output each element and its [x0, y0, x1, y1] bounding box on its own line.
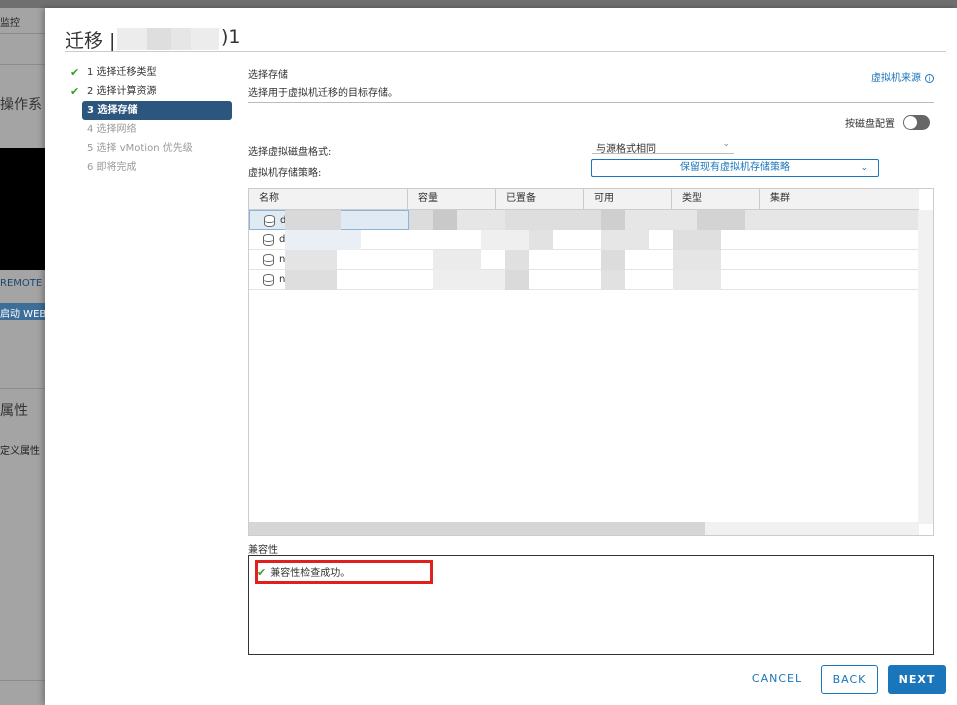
redacted-vm-name [117, 28, 219, 50]
background-os-label: 操作系 [0, 97, 42, 113]
disk-format-label: 选择虚拟磁盘格式: [248, 147, 332, 158]
wizard-steps: ✔ 1 选择迁移类型 ✔ 2 选择计算资源 3 选择存储 4 选择网络 5 选择… [67, 63, 235, 177]
redacted-cell [505, 250, 529, 270]
background-console-preview [0, 148, 45, 270]
redacted-cell [601, 270, 625, 290]
column-header-type[interactable]: 类型 [672, 189, 760, 210]
step-label: 2 选择计算资源 [87, 86, 157, 97]
datastore-icon [264, 215, 275, 227]
redacted-cell [529, 230, 553, 250]
background-divider [0, 64, 45, 65]
redacted-cell [673, 250, 721, 270]
background-divider [0, 33, 45, 34]
column-header-provisioned[interactable]: 已置备 [496, 189, 584, 210]
chevron-down-icon: ⌄ [860, 163, 868, 173]
compatibility-title: 兼容性 [248, 545, 278, 556]
toggle-knob [904, 116, 917, 129]
section-description: 选择用于虚拟机迁移的目标存储。 [248, 88, 398, 99]
redacted-cell [505, 270, 529, 290]
column-header-name[interactable]: 名称 [249, 189, 408, 210]
dialog-title: 迁移 | [65, 30, 116, 52]
datastore-icon [263, 234, 274, 246]
per-disk-toggle[interactable] [903, 115, 930, 130]
table-row[interactable]: d [249, 230, 918, 250]
background-divider [0, 680, 45, 681]
next-button[interactable]: NEXT [888, 665, 946, 694]
step-select-migration-type[interactable]: ✔ 1 选择迁移类型 [67, 63, 235, 82]
title-divider [65, 51, 946, 52]
redacted-cell [505, 210, 601, 230]
storage-policy-value: 保留现有虚拟机存储策略 [680, 162, 790, 173]
background-properties-label: 属性 [0, 403, 28, 419]
cancel-button[interactable]: CANCEL [745, 665, 809, 694]
table-row[interactable]: d [249, 210, 918, 230]
compatibility-panel: ✔ 兼容性检查成功。 [248, 555, 934, 655]
step-label: 5 选择 vMotion 优先级 [87, 143, 193, 154]
grid-header: 名称 容量 已置备 可用 类型 集群 [249, 189, 919, 210]
redacted-cell [285, 230, 361, 250]
step-label: 1 选择迁移类型 [87, 67, 157, 78]
step-label: 6 即将完成 [87, 162, 137, 173]
datastore-grid: 名称 容量 已置备 可用 类型 集群 d d n n [248, 188, 934, 536]
redacted-cell [697, 210, 745, 230]
migrate-dialog: 迁移 | )1 ✔ 1 选择迁移类型 ✔ 2 选择计算资源 3 选择存储 4 选… [45, 8, 957, 705]
redacted-cell [601, 230, 649, 250]
background-web-button: 启动 WEB [0, 303, 45, 320]
redacted-cell [433, 210, 457, 230]
disk-format-value: 与源格式相同 [596, 144, 656, 155]
redacted-cell [673, 230, 721, 250]
vm-origin-link[interactable]: 虚拟机来源 i [871, 69, 934, 84]
storage-policy-select[interactable]: 保留现有虚拟机存储策略 ⌄ [591, 159, 879, 177]
step-select-compute-resource[interactable]: ✔ 2 选择计算资源 [67, 82, 235, 101]
table-row[interactable]: n [249, 270, 918, 290]
step-ready-to-complete: 6 即将完成 [67, 158, 235, 177]
redacted-cell [285, 270, 337, 290]
annotation-highlight-box [255, 560, 433, 584]
table-row[interactable]: n [249, 250, 918, 270]
scrollbar-thumb[interactable] [249, 522, 705, 535]
background-topbar [0, 0, 957, 8]
step-select-vmotion-priority: 5 选择 vMotion 优先级 [67, 139, 235, 158]
redacted-cell [601, 210, 625, 230]
datastore-icon [263, 254, 274, 266]
info-icon: i [925, 74, 934, 83]
background-divider [0, 388, 45, 389]
storage-policy-label: 虚拟机存储策略: [248, 168, 322, 179]
column-header-cluster[interactable]: 集群 [760, 189, 919, 210]
per-disk-label: 按磁盘配置 [845, 119, 895, 130]
horizontal-scrollbar[interactable] [249, 522, 919, 535]
content-divider [248, 102, 934, 103]
redacted-cell [433, 250, 481, 270]
step-label: 3 选择存储 [87, 105, 138, 116]
redacted-cell [285, 210, 341, 230]
redacted-cell [673, 270, 721, 290]
step-select-storage[interactable]: 3 选择存储 [82, 101, 232, 120]
back-button[interactable]: BACK [821, 665, 878, 694]
step-label: 4 选择网络 [87, 124, 137, 135]
background-custom-attr: 定义属性 [0, 446, 40, 457]
per-disk-config: 按磁盘配置 [845, 115, 930, 130]
check-icon: ✔ [70, 66, 80, 79]
redacted-cell [285, 250, 337, 270]
redacted-cell [601, 250, 625, 270]
background-menu-item: 监控 [0, 18, 20, 29]
step-select-network: 4 选择网络 [67, 120, 235, 139]
chevron-down-icon: ⌄ [722, 139, 730, 149]
column-header-free[interactable]: 可用 [584, 189, 672, 210]
dialog-title-suffix: )1 [221, 26, 241, 48]
vertical-scrollbar[interactable] [918, 210, 933, 524]
check-icon: ✔ [70, 85, 80, 98]
background-remote-label: REMOTE [0, 278, 43, 289]
vm-origin-label: 虚拟机来源 [871, 73, 921, 84]
column-header-capacity[interactable]: 容量 [408, 189, 496, 210]
disk-format-select[interactable]: 与源格式相同 ⌄ [592, 137, 734, 155]
section-title: 选择存储 [248, 70, 288, 81]
datastore-icon [263, 274, 274, 286]
